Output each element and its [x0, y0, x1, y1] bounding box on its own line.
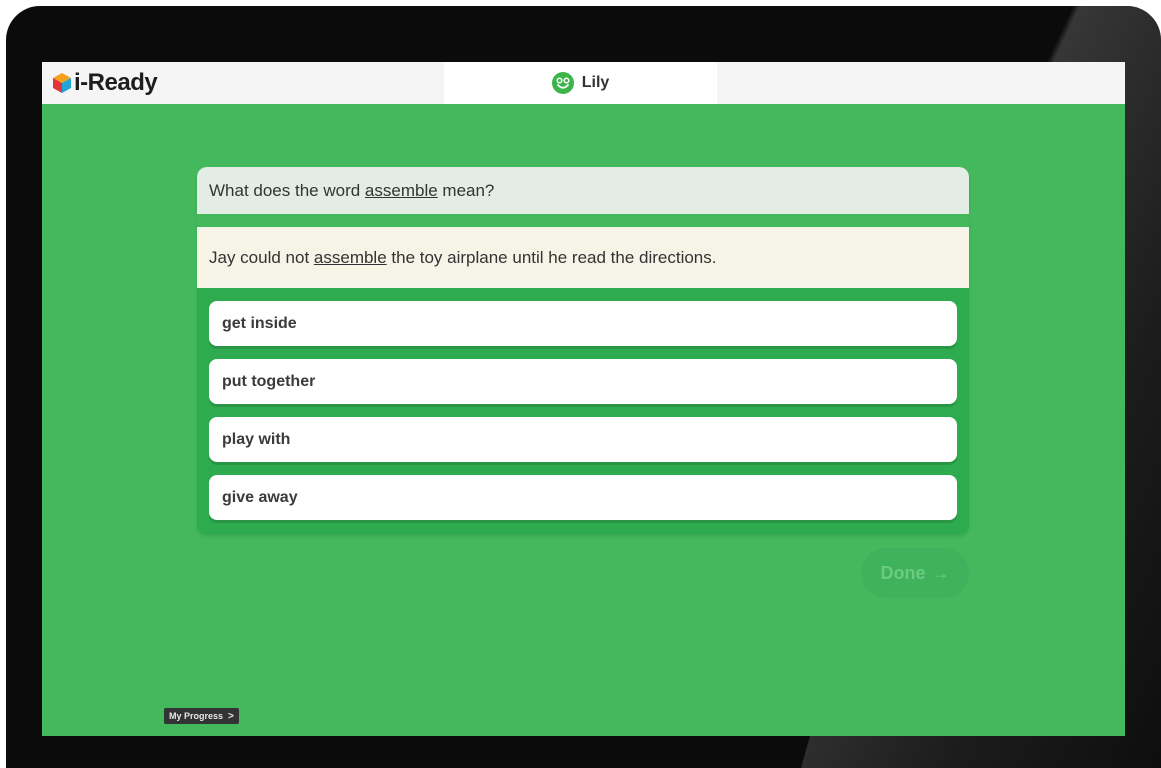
question-prefix: What does the word [209, 180, 365, 200]
answer-choice[interactable]: put together [209, 359, 957, 404]
chevron-right-icon: > [228, 710, 234, 722]
question-card: What does the word assemble mean? Jay co… [197, 167, 969, 535]
answer-choice-label: give away [222, 488, 298, 506]
question-prompt: What does the word assemble mean? [197, 167, 969, 214]
prompt-gap [197, 214, 969, 227]
logo-text: i-Ready [74, 69, 158, 96]
smiley-face-icon [551, 72, 574, 94]
cube-logo-icon [52, 72, 72, 94]
question-suffix: mean? [437, 180, 495, 200]
passage-suffix: the toy airplane until he read the direc… [386, 247, 717, 267]
answer-choice-label: play with [222, 430, 291, 448]
logo: i-Ready [52, 69, 158, 97]
answer-choice[interactable]: get inside [209, 301, 957, 346]
passage-sentence: Jay could not assemble the toy airplane … [197, 227, 969, 288]
app-screen: i-Ready Lily What does the word assemble… [42, 62, 1125, 736]
device-frame: i-Ready Lily What does the word assemble… [6, 6, 1161, 768]
passage-keyword: assemble [313, 247, 387, 267]
answer-choice[interactable]: give away [209, 475, 957, 520]
answer-choice-label: get inside [222, 314, 297, 332]
my-progress-button[interactable]: My Progress > [164, 708, 239, 724]
top-bar: i-Ready Lily [42, 62, 1125, 104]
passage-prefix: Jay could not [209, 247, 314, 267]
done-button[interactable]: Done → [861, 548, 969, 598]
answer-choices: get inside put together play with give a… [197, 288, 969, 520]
student-tab: Lily [444, 62, 717, 104]
student-name: Lily [581, 74, 610, 91]
done-label: Done [880, 562, 926, 583]
answer-choice[interactable]: play with [209, 417, 957, 462]
arrow-right-icon: → [931, 562, 950, 583]
my-progress-label: My Progress [169, 711, 224, 721]
question-keyword: assemble [364, 180, 438, 200]
answer-choice-label: put together [222, 372, 316, 390]
